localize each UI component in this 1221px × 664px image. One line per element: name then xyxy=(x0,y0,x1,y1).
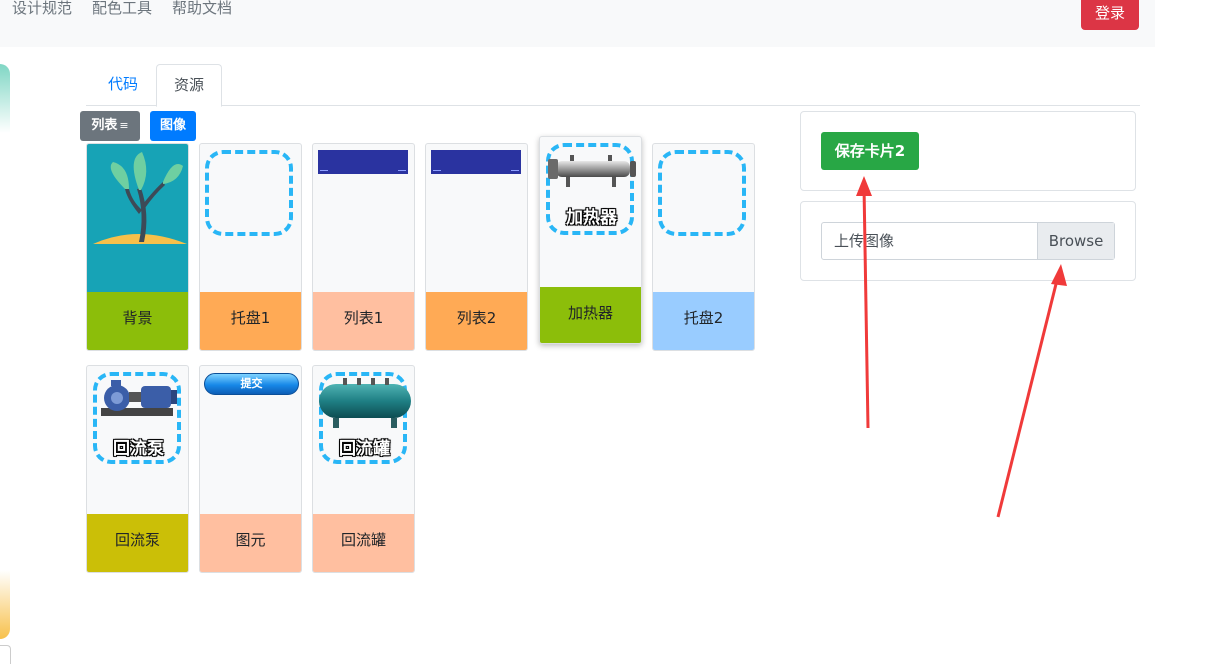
heater-image: 加热器 xyxy=(540,137,641,287)
card-label: 回流泵 xyxy=(87,514,188,572)
upload-image-input[interactable]: 上传图像 Browse xyxy=(821,222,1115,260)
tank-overlay-text: 回流罐 xyxy=(339,439,390,459)
card-label: 回流罐 xyxy=(313,514,414,572)
resource-card-list1[interactable]: 列表1 xyxy=(312,143,415,351)
upload-panel: 上传图像 Browse xyxy=(800,201,1136,281)
resource-card-return-tank[interactable]: 回流罐 回流罐 xyxy=(312,365,415,573)
card-label: 托盘2 xyxy=(653,292,754,350)
nav-link-help-docs[interactable]: 帮助文档 xyxy=(172,0,232,18)
sidebar-edge-decoration xyxy=(0,64,14,639)
browse-button[interactable]: Browse xyxy=(1037,223,1114,259)
tray-placeholder-image xyxy=(653,144,754,294)
resource-card-background[interactable]: 背景 xyxy=(86,143,189,351)
resource-card-return-pump[interactable]: 回流泵 回流泵 xyxy=(86,365,189,573)
card-label: 加热器 xyxy=(540,287,641,343)
nav-link-design-spec[interactable]: 设计规范 xyxy=(12,0,72,18)
submit-button-image: 提交 xyxy=(200,366,301,516)
pump-image: 回流泵 xyxy=(87,366,188,516)
palm-tree-image xyxy=(87,144,188,294)
list-header-image xyxy=(313,144,414,294)
tab-code[interactable]: 代码 xyxy=(92,64,154,105)
submit-pill-text: 提交 xyxy=(204,373,299,395)
save-card-panel: 保存卡片2 xyxy=(800,111,1136,191)
resource-card-heater[interactable]: 加热器 加热器 xyxy=(539,136,642,344)
card-label: 列表2 xyxy=(426,292,527,350)
resource-card-tray1[interactable]: 托盘1 xyxy=(199,143,302,351)
image-view-button[interactable]: 图像 xyxy=(150,111,196,141)
resource-card-list2[interactable]: 列表2 xyxy=(425,143,528,351)
corner-decoration xyxy=(0,645,11,664)
tray-placeholder-image xyxy=(200,144,301,294)
tank-image: 回流罐 xyxy=(313,366,414,516)
resource-card-primitive[interactable]: 提交 图元 xyxy=(199,365,302,573)
card-label: 背景 xyxy=(87,292,188,350)
list-view-label: 列表 xyxy=(91,118,118,133)
login-button[interactable]: 登录 xyxy=(1081,0,1139,30)
nav-link-color-tool[interactable]: 配色工具 xyxy=(92,0,152,18)
card-label: 图元 xyxy=(200,514,301,572)
resource-card-tray2[interactable]: 托盘2 xyxy=(652,143,755,351)
list-view-button[interactable]: 列表 ≡ xyxy=(80,111,140,141)
save-card-button[interactable]: 保存卡片2 xyxy=(821,132,919,170)
card-label: 托盘1 xyxy=(200,292,301,350)
card-label: 列表1 xyxy=(313,292,414,350)
tab-resources[interactable]: 资源 xyxy=(156,64,222,107)
annotation-arrow-line xyxy=(996,275,1060,518)
top-navbar: 设计规范 配色工具 帮助文档 登录 xyxy=(0,0,1155,47)
list-header-image xyxy=(426,144,527,294)
pump-overlay-text: 回流泵 xyxy=(113,439,164,459)
menu-lines-icon: ≡ xyxy=(119,119,129,132)
heater-overlay-text: 加热器 xyxy=(566,208,617,228)
tabs-divider xyxy=(86,105,1140,106)
upload-placeholder: 上传图像 xyxy=(834,232,895,250)
